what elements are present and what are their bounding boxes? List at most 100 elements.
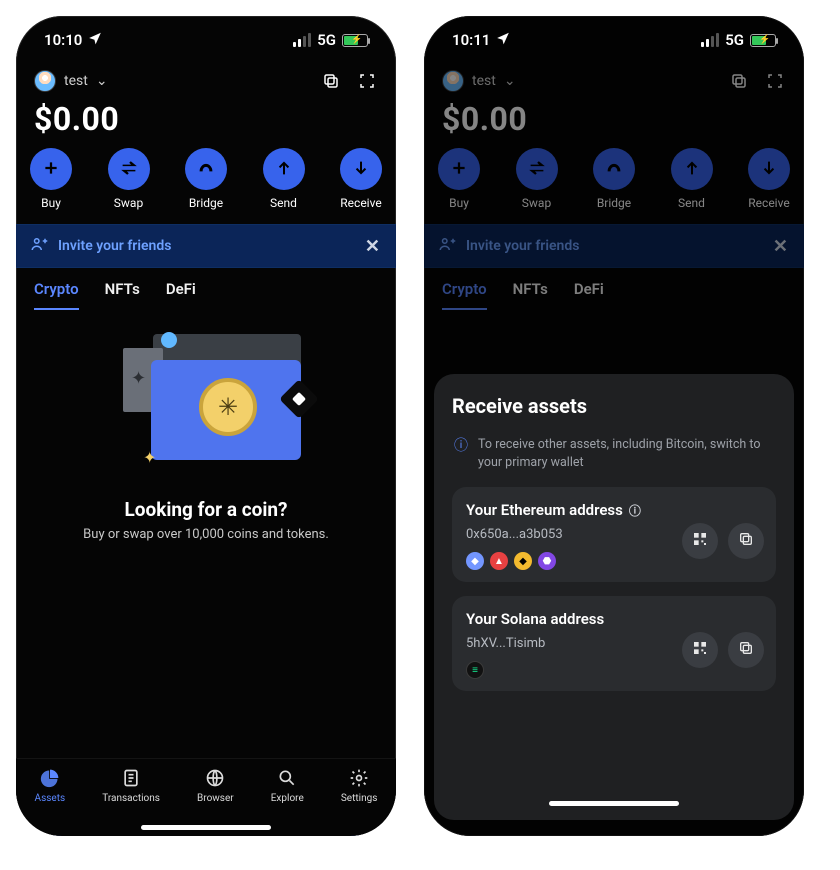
action-label: Swap — [522, 196, 551, 210]
action-label: Bridge — [189, 196, 223, 210]
search-icon — [276, 767, 298, 789]
plus-icon — [42, 159, 60, 180]
send-button[interactable]: Send — [671, 148, 713, 210]
balance-amount: $0.00 — [424, 94, 804, 148]
avatar — [442, 70, 464, 92]
tabbar-explore[interactable]: Explore — [271, 767, 304, 804]
status-time: 10:10 — [44, 31, 82, 49]
tabbar-label: Transactions — [102, 793, 160, 804]
balance-amount: $0.00 — [16, 94, 396, 148]
battery-icon: ⚡ — [750, 34, 776, 47]
network-label: 5G — [725, 31, 744, 49]
bridge-icon — [197, 159, 215, 180]
copy-address-button[interactable] — [728, 523, 764, 559]
tab-nfts[interactable]: NFTs — [513, 280, 548, 310]
scan-icon[interactable] — [764, 70, 786, 92]
swap-icon — [120, 159, 138, 180]
receive-button[interactable]: Receive — [340, 148, 382, 210]
account-switcher[interactable]: test ⌄ — [442, 70, 516, 92]
home-indicator[interactable] — [549, 801, 679, 806]
avatar — [34, 70, 56, 92]
receive-sheet: Receive assets ⓘ To receive other assets… — [434, 374, 794, 820]
account-name: test — [64, 73, 88, 89]
account-name: test — [472, 73, 496, 89]
pie-icon — [39, 767, 61, 789]
copy-icon — [738, 531, 754, 551]
invite-banner[interactable]: Invite your friends ✕ — [16, 224, 396, 268]
tabbar-browser[interactable]: Browser — [197, 767, 234, 804]
tabbar-assets[interactable]: Assets — [35, 767, 66, 804]
action-row: Buy Swap Bridge Send Receive — [424, 148, 804, 220]
info-icon: ⓘ — [454, 437, 468, 471]
invite-icon — [30, 235, 48, 257]
location-icon — [88, 31, 102, 49]
swap-button[interactable]: Swap — [516, 148, 558, 210]
tab-crypto[interactable]: Crypto — [442, 280, 487, 310]
sheet-info: ⓘ To receive other assets, including Bit… — [452, 432, 776, 473]
tab-defi[interactable]: DeFi — [574, 280, 604, 310]
tabbar-transactions[interactable]: Transactions — [102, 767, 160, 804]
arrow-down-icon — [761, 160, 777, 179]
close-icon[interactable]: ✕ — [773, 236, 788, 257]
bridge-button[interactable]: Bridge — [185, 148, 227, 210]
qr-button[interactable] — [682, 632, 718, 668]
qr-icon — [692, 531, 708, 551]
tab-defi[interactable]: DeFi — [166, 280, 196, 310]
home-indicator[interactable] — [141, 825, 271, 830]
status-time: 10:11 — [452, 31, 490, 49]
info-icon[interactable]: ⓘ — [629, 502, 641, 519]
sheet-info-text: To receive other assets, including Bitco… — [478, 436, 774, 471]
asset-tabs: Crypto NFTs DeFi — [16, 268, 396, 310]
chevron-down-icon: ⌄ — [504, 73, 516, 89]
eth-address-card[interactable]: Your Ethereum address ⓘ 0x650a...a3b053 … — [452, 487, 776, 582]
polygon-icon: ⬣ — [538, 552, 556, 570]
action-label: Buy — [41, 196, 61, 210]
bnb-icon: ◆ — [514, 552, 532, 570]
qr-icon — [692, 640, 708, 660]
wallet-header: test ⌄ — [424, 64, 804, 94]
account-switcher[interactable]: test ⌄ — [34, 70, 108, 92]
wallet-illustration: ✳ ✦✦ — [81, 330, 331, 480]
status-bar: 10:11 5G ⚡ — [424, 16, 804, 64]
arrow-down-icon — [353, 160, 369, 179]
arrow-up-icon — [276, 160, 292, 179]
tabbar-label: Assets — [35, 793, 66, 804]
swap-button[interactable]: Swap — [108, 148, 150, 210]
action-label: Swap — [114, 196, 143, 210]
status-bar: 10:10 5G ⚡ — [16, 16, 396, 64]
action-label: Bridge — [597, 196, 631, 210]
scan-icon[interactable] — [356, 70, 378, 92]
action-label: Send — [678, 196, 705, 210]
receive-button[interactable]: Receive — [748, 148, 790, 210]
tabbar-label: Settings — [341, 793, 378, 804]
action-label: Receive — [340, 196, 381, 210]
send-button[interactable]: Send — [263, 148, 305, 210]
buy-button[interactable]: Buy — [438, 148, 480, 210]
arrow-up-icon — [684, 160, 700, 179]
tabbar-settings[interactable]: Settings — [341, 767, 378, 804]
invite-banner[interactable]: Invite your friends ✕ — [424, 224, 804, 268]
location-icon — [496, 31, 510, 49]
tabbar-label: Browser — [197, 793, 234, 804]
tab-crypto[interactable]: Crypto — [34, 280, 79, 310]
sheet-title: Receive assets — [452, 394, 776, 418]
tab-nfts[interactable]: NFTs — [105, 280, 140, 310]
qr-button[interactable] — [682, 523, 718, 559]
eth-card-title: Your Ethereum address — [466, 501, 623, 519]
copy-icon[interactable] — [320, 70, 342, 92]
action-row: Buy Swap Bridge Send Receive — [16, 148, 396, 220]
sol-address-card[interactable]: Your Solana address 5hXV...Tisimb ≡ — [452, 596, 776, 691]
copy-address-button[interactable] — [728, 632, 764, 668]
bridge-button[interactable]: Bridge — [593, 148, 635, 210]
bridge-icon — [605, 159, 623, 180]
phone-receive-screen: 10:11 5G ⚡ test ⌄ $0.00 Buy Swap — [424, 16, 804, 836]
phone-assets-screen: 10:10 5G ⚡ test ⌄ — [16, 16, 396, 836]
signal-icon — [701, 33, 719, 47]
chevron-down-icon: ⌄ — [96, 73, 108, 89]
ethereum-icon: ◆ — [466, 552, 484, 570]
copy-icon[interactable] — [728, 70, 750, 92]
close-icon[interactable]: ✕ — [365, 236, 380, 257]
copy-icon — [738, 640, 754, 660]
buy-button[interactable]: Buy — [30, 148, 72, 210]
action-label: Receive — [748, 196, 789, 210]
